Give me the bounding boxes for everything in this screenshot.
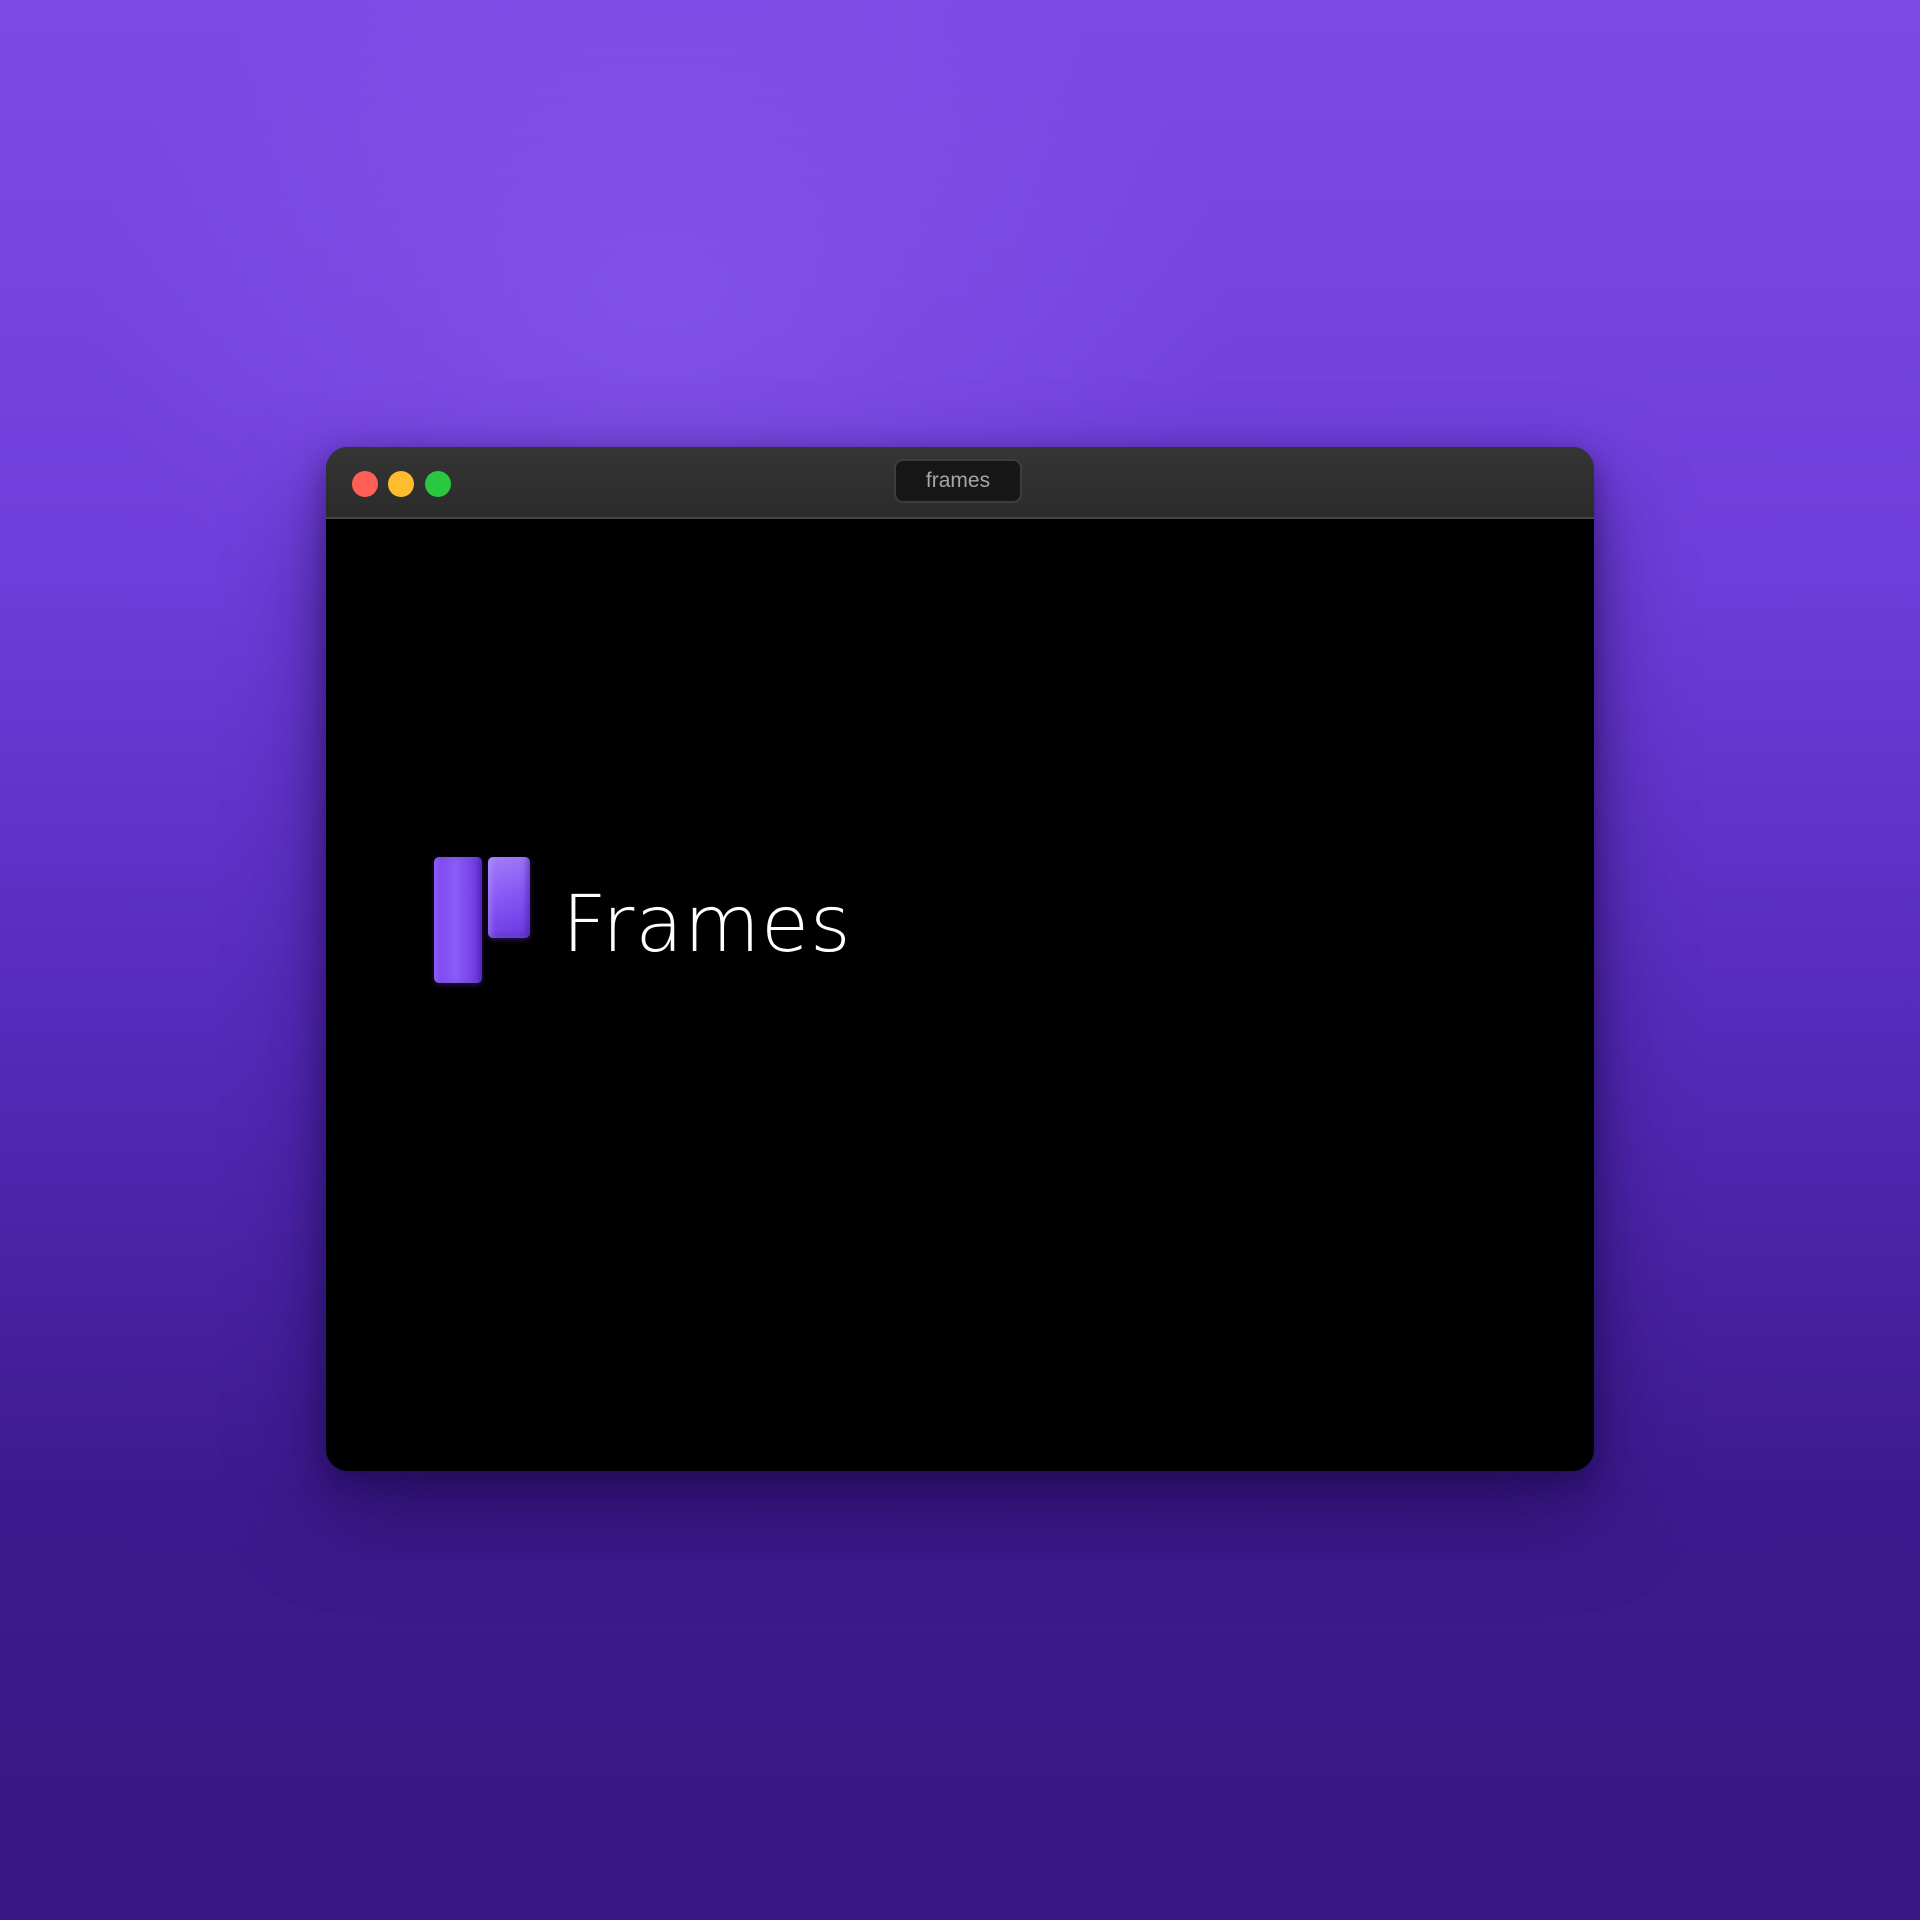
logo-bar-short	[488, 857, 530, 938]
frames-logo-icon	[434, 857, 534, 991]
brand-name: Frames	[562, 880, 852, 970]
zoom-window-button[interactable]	[425, 471, 451, 497]
window-title: frames	[894, 459, 1022, 503]
window-titlebar[interactable]: frames	[326, 447, 1594, 519]
minimize-window-button[interactable]	[388, 471, 414, 497]
logo-bar-tall	[434, 857, 482, 983]
splash-screen	[326, 519, 1594, 1471]
close-window-button[interactable]	[352, 471, 378, 497]
